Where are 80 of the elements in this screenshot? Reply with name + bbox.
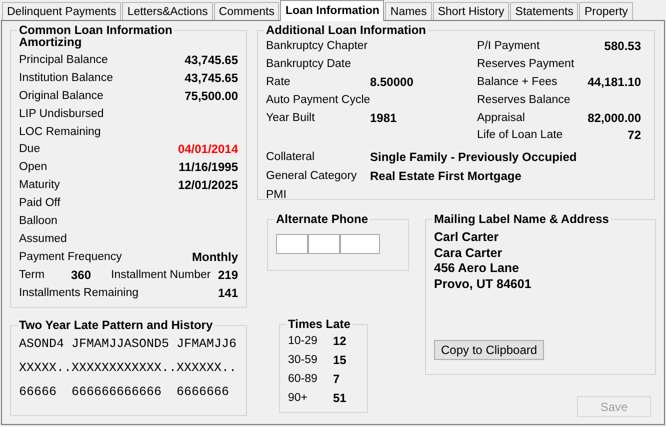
field-label: Balance + Fees (477, 76, 558, 88)
field-value: 8.50000 (370, 74, 414, 89)
area-code-field[interactable] (276, 234, 308, 254)
field-label: Bankruptcy Date (266, 58, 352, 70)
field-label: Year Built (266, 112, 315, 124)
pattern-line: 66666 666666666666 6666666 (19, 385, 230, 399)
group-title: Common Loan Information (18, 23, 174, 37)
field-label: 30-59 (288, 354, 318, 366)
field-label: Bankruptcy Chapter (266, 40, 368, 52)
field-label: Principal Balance (19, 54, 108, 66)
field-value: 580.53 (604, 38, 641, 53)
group-title: Alternate Phone (275, 212, 370, 226)
field-value: 43,745.65 (184, 52, 238, 67)
tab[interactable]: Short History (432, 2, 510, 20)
field-label: Reserves Payment (477, 58, 574, 70)
field-label: Appraisal (477, 112, 525, 124)
field-label: Balloon (19, 214, 58, 227)
field-value: 141 (218, 286, 238, 300)
field-label: Open (19, 161, 48, 174)
tab[interactable]: Property (579, 2, 633, 20)
field-value: 75,500.00 (184, 88, 238, 103)
field-value: 1981 (370, 110, 397, 124)
field-label: 90+ (288, 392, 308, 404)
field-label: Institution Balance (19, 72, 113, 84)
group-title: Mailing Label Name & Address (433, 212, 610, 226)
field-label: P/I Payment (477, 40, 540, 52)
field-value: Single Family - Previously Occupied (370, 150, 577, 164)
field-value: 12/01/2025 (178, 178, 238, 192)
field-label: Original Balance (19, 90, 104, 102)
loan-type: Amortizing (19, 35, 83, 49)
field-value: Monthly (192, 250, 238, 264)
field-value: 72 (628, 128, 641, 142)
tab[interactable]: Delinquent Payments (2, 2, 122, 20)
tab[interactable]: Names (385, 2, 432, 20)
group-title: Additional Loan Information (265, 23, 427, 37)
field-value: 15 (333, 352, 346, 366)
field-label: 10-29 (288, 334, 318, 346)
field-label: Collateral (266, 150, 315, 163)
field-label: Maturity (19, 179, 60, 192)
field-label: Rate (266, 76, 290, 88)
field-label: Due (19, 143, 40, 156)
field-label: Assumed (19, 232, 67, 245)
field-value: 219 (218, 268, 238, 282)
field-label: Term (19, 268, 46, 281)
field-value: 11/16/1995 (178, 160, 238, 174)
prefix-field[interactable] (308, 234, 340, 254)
address-line: Cara Carter (434, 246, 502, 260)
address-line: 456 Aero Lane (434, 261, 519, 275)
tab[interactable]: Comments (214, 2, 280, 20)
tab[interactable]: Statements (510, 2, 578, 20)
field-value: 82,000.00 (588, 110, 641, 124)
field-label: PMI (266, 188, 286, 201)
pattern-line: ASOND4 JFMAMJJASOND5 JFMAMJJ6 (19, 337, 237, 351)
group-title: Times Late (287, 317, 352, 331)
field-label: LOC Remaining (19, 126, 101, 138)
field-label: LIP Undisbursed (19, 108, 104, 120)
field-value: 51 (333, 390, 346, 404)
field-label: 60-89 (288, 372, 318, 384)
field-label: Installments Remaining (19, 286, 139, 299)
field-value: Real Estate First Mortgage (370, 168, 522, 183)
tab[interactable]: Letters&Actions (122, 2, 213, 20)
field-label: Paid Off (19, 197, 60, 210)
field-label: Auto Payment Cycle (266, 94, 370, 106)
field-value: 44,181.10 (588, 74, 641, 89)
field-value: 43,745.65 (184, 70, 238, 85)
copy-button[interactable]: Copy to Clipboard (434, 340, 544, 360)
field-value: 12 (333, 334, 346, 348)
field-value: 360 (71, 268, 92, 282)
field-label: Installment Number (110, 268, 212, 281)
field-value: 04/01/2014 (178, 142, 238, 156)
field-label: Reserves Balance (477, 94, 570, 106)
field-label: Payment Frequency (19, 250, 122, 263)
line-number-field[interactable] (340, 234, 380, 254)
address-line: Carl Carter (434, 230, 499, 244)
field-label: General Category (266, 170, 357, 182)
pattern-line: XXXXX..XXXXXXXXXXXX..XXXXXX.. (19, 361, 237, 375)
field-value: 7 (333, 372, 340, 386)
field-label: Life of Loan Late (477, 129, 563, 142)
group-title: Two Year Late Pattern and History (18, 318, 214, 332)
address-line: Provo, UT 84601 (434, 276, 532, 290)
